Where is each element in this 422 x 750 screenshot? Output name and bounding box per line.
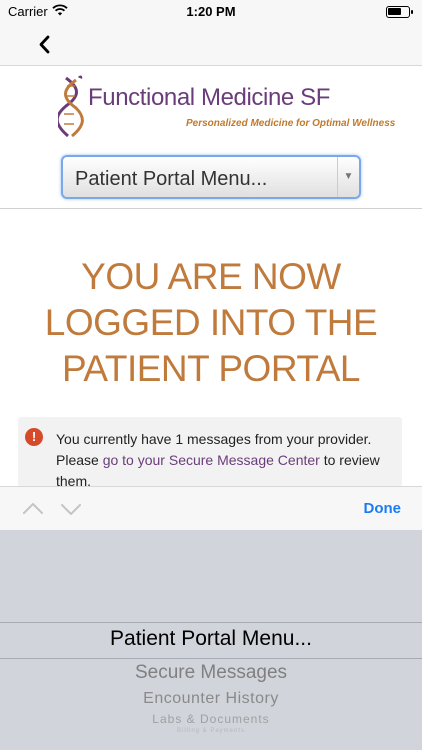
logo-title: Functional Medicine SF xyxy=(88,84,330,111)
picker-selection-bottom-line xyxy=(0,658,422,659)
input-accessory-toolbar: Done xyxy=(0,486,422,530)
previous-field-button[interactable] xyxy=(22,499,44,519)
picker-option[interactable]: Encounter History xyxy=(0,690,422,708)
chevron-left-icon xyxy=(39,35,50,54)
heading-line: YOU ARE NOW xyxy=(81,256,341,297)
navigation-bar xyxy=(0,24,422,66)
alert-icon: ! xyxy=(25,428,43,446)
secure-message-center-link[interactable]: go to your Secure Message Center xyxy=(103,452,320,468)
chevron-up-icon xyxy=(23,503,43,514)
alert-text: You currently have 1 messages from your … xyxy=(56,429,392,487)
picker-option-selected[interactable]: Patient Portal Menu... xyxy=(0,627,422,651)
heading-line: PATIENT PORTAL xyxy=(62,348,360,389)
picker-option[interactable]: Labs & Documents xyxy=(0,712,422,726)
portal-select-value: Patient Portal Menu... xyxy=(75,168,268,190)
clock: 1:20 PM xyxy=(186,4,236,19)
picker-option[interactable]: Secure Messages xyxy=(0,662,422,684)
messages-alert: ! You currently have 1 messages from you… xyxy=(18,417,402,487)
logo-tagline: Personalized Medicine for Optimal Wellne… xyxy=(186,118,396,129)
next-field-button[interactable] xyxy=(60,499,82,519)
done-button[interactable]: Done xyxy=(364,500,402,517)
heading-line: LOGGED INTO THE xyxy=(44,302,378,343)
dropdown-arrow-icon: ▼ xyxy=(337,157,359,197)
page-heading: YOU ARE NOW LOGGED INTO THE PATIENT PORT… xyxy=(20,254,402,392)
battery-icon xyxy=(386,6,413,18)
dna-helix-icon xyxy=(55,74,84,140)
back-button[interactable] xyxy=(32,32,58,58)
picker-wheel[interactable]: Patient Portal Menu... Secure Messages E… xyxy=(0,530,422,750)
chevron-down-icon xyxy=(61,504,81,515)
site-header: Functional Medicine SF Personalized Medi… xyxy=(0,66,422,212)
patient-portal-menu-select[interactable]: Patient Portal Menu... ▼ xyxy=(61,155,361,199)
battery-level xyxy=(388,8,401,15)
picker-selection-top-line xyxy=(0,622,422,623)
picker-option[interactable]: Billing & Payments xyxy=(0,728,422,734)
header-divider xyxy=(0,208,422,209)
status-bar: Carrier 1:20 PM xyxy=(0,0,422,24)
